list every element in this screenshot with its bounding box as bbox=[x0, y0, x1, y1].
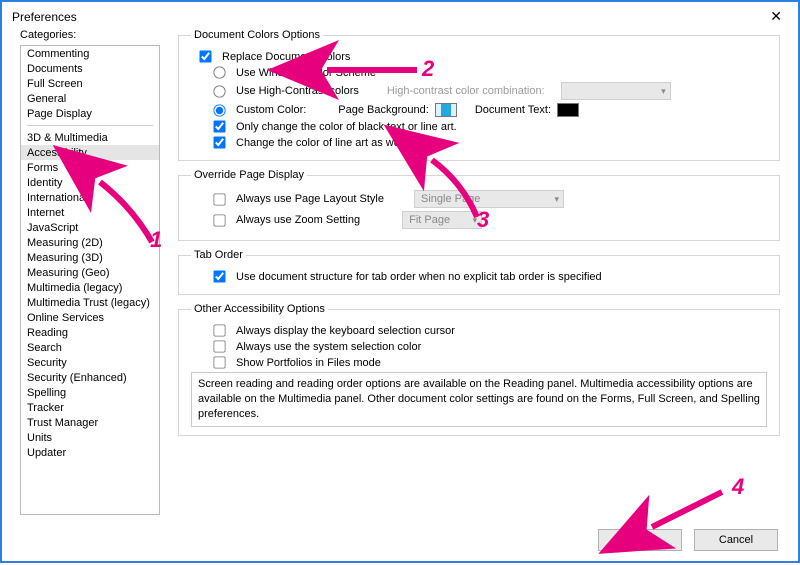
radio-windows-scheme[interactable] bbox=[213, 66, 225, 78]
chk-tab-order[interactable] bbox=[213, 270, 225, 282]
chk-kb-cursor[interactable] bbox=[213, 324, 225, 336]
categories-list[interactable]: CommentingDocumentsFull ScreenGeneralPag… bbox=[20, 45, 160, 515]
sidebar-item-accessibility[interactable]: Accessibility bbox=[21, 145, 159, 160]
legend-other: Other Accessibility Options bbox=[191, 303, 328, 315]
combo-page-layout: Single Page ▾ bbox=[414, 190, 564, 208]
chevron-down-icon: ▾ bbox=[554, 194, 559, 205]
sidebar-item-javascript[interactable]: JavaScript bbox=[21, 220, 159, 235]
radio-high-contrast[interactable] bbox=[213, 85, 225, 97]
chevron-down-icon: ▾ bbox=[661, 86, 666, 97]
lbl-line-art: Change the color of line art as well as … bbox=[236, 137, 443, 149]
sidebar-item-trust-manager[interactable]: Trust Manager bbox=[21, 415, 159, 430]
chk-portfolios[interactable] bbox=[213, 356, 225, 368]
group-document-colors: Document Colors Options Replace Document… bbox=[178, 29, 780, 161]
sidebar-item-measuring-geo-[interactable]: Measuring (Geo) bbox=[21, 265, 159, 280]
sidebar-item-commenting[interactable]: Commenting bbox=[21, 46, 159, 61]
lbl-kb-cursor: Always display the keyboard selection cu… bbox=[236, 325, 455, 337]
combo-zoom: Fit Page ▾ bbox=[402, 211, 482, 229]
radio-custom-color[interactable] bbox=[213, 104, 225, 116]
chevron-down-icon: ▾ bbox=[473, 215, 478, 226]
sidebar-item-general[interactable]: General bbox=[21, 91, 159, 106]
group-tab-order: Tab Order Use document structure for tab… bbox=[178, 249, 780, 295]
sidebar-item-documents[interactable]: Documents bbox=[21, 61, 159, 76]
lbl-page-bg: Page Background: bbox=[338, 104, 429, 116]
combo-high-contrast: ▾ bbox=[561, 82, 671, 100]
sidebar-item-measuring-3d-[interactable]: Measuring (3D) bbox=[21, 250, 159, 265]
sidebar-item-online-services[interactable]: Online Services bbox=[21, 310, 159, 325]
lbl-windows-scheme: Use Windows Color Scheme bbox=[236, 67, 376, 79]
sidebar-item-multimedia-trust-legacy-[interactable]: Multimedia Trust (legacy) bbox=[21, 295, 159, 310]
sidebar-item-security[interactable]: Security bbox=[21, 355, 159, 370]
sidebar-item-forms[interactable]: Forms bbox=[21, 160, 159, 175]
sidebar-item-full-screen[interactable]: Full Screen bbox=[21, 76, 159, 91]
sidebar-item-multimedia-legacy-[interactable]: Multimedia (legacy) bbox=[21, 280, 159, 295]
chk-line-art[interactable] bbox=[213, 136, 225, 148]
sidebar-item-measuring-2d-[interactable]: Measuring (2D) bbox=[21, 235, 159, 250]
sidebar-item-internet[interactable]: Internet bbox=[21, 205, 159, 220]
window-title: Preferences bbox=[12, 10, 77, 24]
swatch-document-text[interactable] bbox=[557, 103, 579, 117]
lbl-zoom: Always use Zoom Setting bbox=[236, 214, 360, 226]
sidebar-item-units[interactable]: Units bbox=[21, 430, 159, 445]
titlebar: Preferences ✕ bbox=[2, 2, 798, 29]
chk-zoom[interactable] bbox=[213, 214, 225, 226]
sidebar-item-reading[interactable]: Reading bbox=[21, 325, 159, 340]
category-separator bbox=[27, 125, 153, 126]
chk-sys-color[interactable] bbox=[213, 340, 225, 352]
chk-page-layout[interactable] bbox=[213, 193, 225, 205]
sidebar-item-updater[interactable]: Updater bbox=[21, 445, 159, 460]
sidebar-item-spelling[interactable]: Spelling bbox=[21, 385, 159, 400]
sidebar-item-security-enhanced-[interactable]: Security (Enhanced) bbox=[21, 370, 159, 385]
lbl-high-contrast: Use High-Contrast colors bbox=[236, 85, 359, 97]
info-text: Screen reading and reading order options… bbox=[191, 372, 767, 427]
lbl-only-black: Only change the color of black text or l… bbox=[236, 121, 457, 133]
chk-only-black[interactable] bbox=[213, 120, 225, 132]
cancel-button[interactable]: Cancel bbox=[694, 529, 778, 551]
sidebar-item-3d-multimedia[interactable]: 3D & Multimedia bbox=[21, 130, 159, 145]
legend-document-colors: Document Colors Options bbox=[191, 29, 323, 41]
lbl-custom-color: Custom Color: bbox=[236, 104, 306, 116]
lbl-sys-color: Always use the system selection color bbox=[236, 341, 421, 353]
lbl-replace-doc-colors: Replace Document Colors bbox=[222, 51, 350, 63]
group-override-page-display: Override Page Display Always use Page La… bbox=[178, 169, 780, 241]
lbl-doc-text: Document Text: bbox=[475, 104, 551, 116]
lbl-portfolios: Show Portfolios in Files mode bbox=[236, 357, 381, 369]
swatch-page-background[interactable] bbox=[435, 103, 457, 117]
sidebar-item-international[interactable]: International bbox=[21, 190, 159, 205]
legend-override: Override Page Display bbox=[191, 169, 307, 181]
lbl-page-layout: Always use Page Layout Style bbox=[236, 193, 384, 205]
ok-button[interactable]: OK bbox=[598, 529, 682, 551]
sidebar-item-identity[interactable]: Identity bbox=[21, 175, 159, 190]
group-other-accessibility: Other Accessibility Options Always displ… bbox=[178, 303, 780, 436]
sidebar-item-tracker[interactable]: Tracker bbox=[21, 400, 159, 415]
legend-tab-order: Tab Order bbox=[191, 249, 246, 261]
sidebar-item-search[interactable]: Search bbox=[21, 340, 159, 355]
lbl-hc-combo: High-contrast color combination: bbox=[387, 85, 545, 97]
close-icon[interactable]: ✕ bbox=[764, 8, 788, 25]
sidebar-item-page-display[interactable]: Page Display bbox=[21, 106, 159, 121]
chk-replace-doc-colors[interactable] bbox=[199, 50, 211, 62]
lbl-tab-order: Use document structure for tab order whe… bbox=[236, 271, 602, 283]
categories-label: Categories: bbox=[20, 29, 160, 41]
